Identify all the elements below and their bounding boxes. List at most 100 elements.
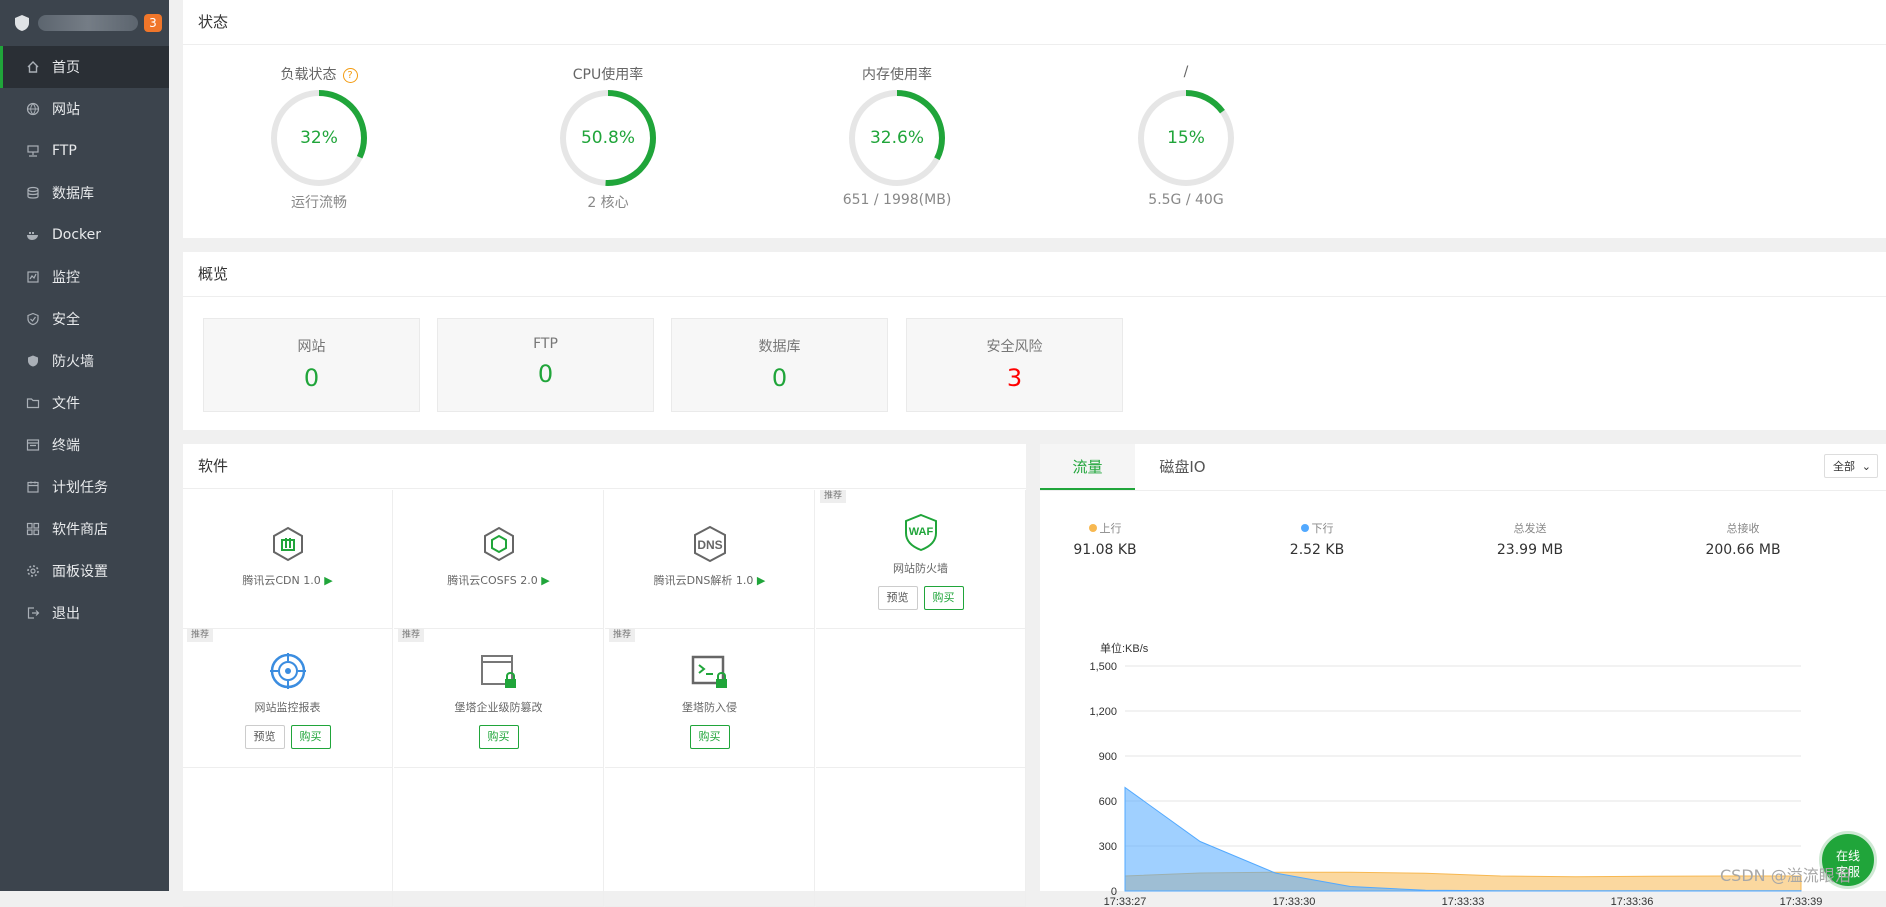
buy-button[interactable]: 购买 <box>689 725 730 749</box>
overview-card-1[interactable]: FTP 0 <box>437 318 654 412</box>
notification-badge[interactable]: 3 <box>144 14 162 32</box>
monitor-icon <box>26 270 40 284</box>
tab-traffic[interactable]: 流量 <box>1040 444 1135 490</box>
legend-dot <box>1300 524 1309 532</box>
software-item-0[interactable]: 腾讯云CDN 1.0 ▶ <box>183 490 393 629</box>
traffic-stat-value: 23.99 MB <box>1496 542 1564 558</box>
sidebar-item-0[interactable]: 首页 <box>0 46 169 88</box>
traffic-stat-label: 上行 <box>1030 520 1180 536</box>
overview-card-value: 0 <box>537 360 554 388</box>
gauge-ring: 50.8% <box>558 88 658 188</box>
traffic-panel: 流量 磁盘IO 全部 ⌄ 上行 91.08 KB 下行 2.52 KB 总发送 23.99 … <box>1040 444 1886 907</box>
gauge-sub: 运行流畅 <box>291 195 347 211</box>
sidebar-item-3[interactable]: 数据库 <box>0 172 169 214</box>
sidebar-item-6[interactable]: 安全 <box>0 298 169 340</box>
traffic-stat-2: 总发送 23.99 MB <box>1455 520 1605 558</box>
ftp-icon <box>26 144 40 158</box>
blurred-username <box>38 15 138 31</box>
overview-card-0[interactable]: 网站 0 <box>203 318 420 412</box>
help-icon[interactable]: ? <box>342 68 358 83</box>
gauge-ring: 32.6% <box>847 88 947 188</box>
terminal-icon <box>26 438 40 452</box>
buy-button[interactable]: 购买 <box>478 725 519 749</box>
sidebar-item-label: 软件商店 <box>52 522 108 538</box>
software-name: 腾讯云COSFS 2.0 ▶ <box>447 574 550 587</box>
sidebar-item-12[interactable]: 面板设置 <box>0 550 169 592</box>
folder-icon <box>26 396 40 410</box>
gauge-1[interactable]: CPU使用率 50.8% 2 核心 <box>518 64 698 212</box>
sidebar-item-label: 安全 <box>52 312 80 328</box>
gauge-value: 50.8% <box>580 128 635 148</box>
sidebar-item-7[interactable]: 防火墙 <box>0 340 169 382</box>
software-item-1[interactable]: 腾讯云COSFS 2.0 ▶ <box>394 490 604 629</box>
software-item-6[interactable]: 推荐 堡塔防入侵 购买 <box>605 629 815 768</box>
overview-card-label: 数据库 <box>758 339 801 355</box>
sidebar-item-4[interactable]: Docker <box>0 214 169 256</box>
gauge-0[interactable]: 负载状态? 32% 运行流畅 <box>229 64 409 212</box>
overview-card-value: 0 <box>771 364 788 392</box>
overview-card-value: 3 <box>1006 364 1023 392</box>
sidebar-item-label: 面板设置 <box>52 564 108 580</box>
sidebar-item-13[interactable]: 退出 <box>0 592 169 634</box>
buy-button[interactable]: 购买 <box>290 725 331 749</box>
sidebar-item-2[interactable]: FTP <box>0 130 169 172</box>
sidebar-item-label: 文件 <box>52 396 80 412</box>
y-tick-label: 1,500 <box>1089 661 1117 673</box>
preview-button[interactable]: 预览 <box>877 586 918 610</box>
sidebar-item-5[interactable]: 监控 <box>0 256 169 298</box>
software-item-4[interactable]: 推荐 网站监控报表 预览 购买 <box>183 629 393 768</box>
range-select[interactable]: 全部 ⌄ <box>1824 454 1878 478</box>
sidebar-item-label: FTP <box>52 143 77 159</box>
recommended-tag: 推荐 <box>820 490 847 503</box>
software-title: 软件 <box>183 444 1026 489</box>
gauge-ring: 32% <box>269 88 369 188</box>
gauge-3[interactable]: / 15% 5.5G / 40G <box>1096 64 1276 208</box>
sidebar-item-8[interactable]: 文件 <box>0 382 169 424</box>
gauge-2[interactable]: 内存使用率 32.6% 651 / 1998(MB) <box>807 64 987 208</box>
database-icon <box>26 186 40 200</box>
overview-card-label: 安全风险 <box>986 339 1043 355</box>
play-icon: ▶ <box>756 574 766 587</box>
sidebar-item-11[interactable]: 软件商店 <box>0 508 169 550</box>
traffic-stat-value: 91.08 KB <box>1073 542 1137 558</box>
docker-icon <box>26 228 40 242</box>
software-name: 腾讯云CDN 1.0 ▶ <box>242 574 333 587</box>
traffic-stat-value: 200.66 MB <box>1705 542 1781 558</box>
software-empty-cell <box>816 768 1026 907</box>
waf-icon: WAF <box>901 512 941 552</box>
preview-button[interactable]: 预览 <box>244 725 285 749</box>
sidebar: 3 首页网站 FTP 数据库 Docker 监控安全防火墙文件终端计划任务软件商店面板设… <box>0 0 169 891</box>
sidebar-menu: 首页网站 FTP 数据库 Docker 监控安全防火墙文件终端计划任务软件商店面板设置退… <box>0 46 169 634</box>
sidebar-item-label: 退出 <box>52 606 80 622</box>
tamper-proof-icon <box>479 651 519 691</box>
watermark: CSDN @溢流眼泪 <box>1720 866 1851 885</box>
software-name: 网站监控报表 <box>254 701 321 714</box>
software-empty-cell <box>394 768 604 907</box>
software-item-3[interactable]: 推荐 WAF 网站防火墙 预览 购买 <box>816 490 1026 629</box>
sidebar-item-9[interactable]: 终端 <box>0 424 169 466</box>
gauge-value: 32.6% <box>869 128 924 148</box>
overview-card-2[interactable]: 数据库 0 <box>671 318 888 412</box>
gauge-sub: 2 核心 <box>587 195 629 211</box>
tab-disk-io[interactable]: 磁盘IO <box>1135 444 1230 490</box>
dns-icon: DNS <box>690 524 730 564</box>
buy-button[interactable]: 购买 <box>923 586 964 610</box>
x-tick-label: 17:33:30 <box>1273 896 1316 907</box>
software-item-5[interactable]: 推荐 堡塔企业级防篡改 购买 <box>394 629 604 768</box>
chevron-down-icon: ⌄ <box>1861 460 1871 473</box>
sidebar-item-label: 计划任务 <box>52 480 108 496</box>
sidebar-item-10[interactable]: 计划任务 <box>0 466 169 508</box>
monitor-report-icon <box>268 651 308 691</box>
overview-card-3[interactable]: 安全风险 3 <box>906 318 1123 412</box>
sidebar-item-1[interactable]: 网站 <box>0 88 169 130</box>
traffic-stat-label: 总发送 <box>1513 522 1547 535</box>
gauge-label: 内存使用率 <box>862 67 932 83</box>
traffic-tabs: 流量 磁盘IO 全部 ⌄ <box>1040 444 1886 491</box>
software-empty-cell <box>816 629 1026 768</box>
cosfs-icon <box>479 524 519 564</box>
software-item-2[interactable]: DNS 腾讯云DNS解析 1.0 ▶ <box>605 490 815 629</box>
sidebar-item-label: 网站 <box>52 102 80 118</box>
calendar-icon <box>26 480 40 494</box>
shield-logo-icon <box>15 15 29 31</box>
sidebar-item-label: 首页 <box>52 60 80 76</box>
